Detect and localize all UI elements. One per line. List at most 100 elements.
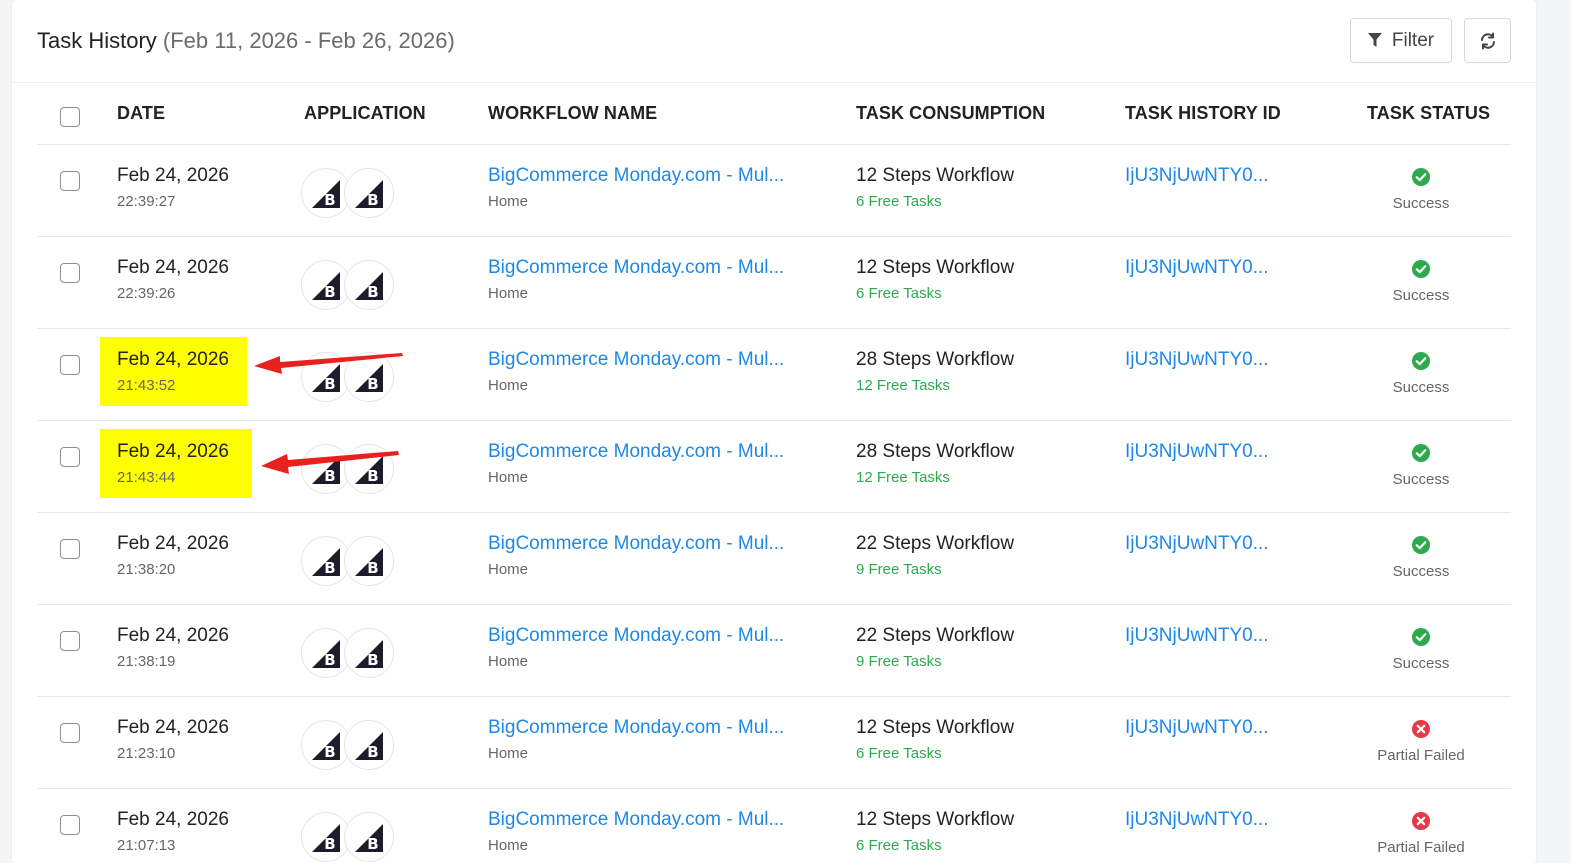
workflow-name-link[interactable]: BigCommerce Monday.com - Mul... [488, 625, 784, 647]
svg-text:B: B [324, 743, 335, 761]
table-row[interactable]: Feb 24, 2026 21:43:52 B B BigCommerce Monday… [37, 329, 1511, 421]
task-history-id-link[interactable]: IjU3NjUwNTY0... [1125, 257, 1269, 279]
status-text: Success [1392, 471, 1450, 488]
task-time: 21:23:10 [117, 745, 176, 762]
task-history-id-link[interactable]: IjU3NjUwNTY0... [1125, 441, 1269, 463]
column-header-task-consumption[interactable]: TASK CONSUMPTION [856, 103, 1045, 124]
filter-button[interactable]: Filter [1350, 18, 1452, 63]
task-history-header: Task History (Feb 11, 2026 - Feb 26, 202… [12, 0, 1536, 83]
title-text: Task History [37, 28, 157, 53]
row-checkbox[interactable] [60, 539, 80, 559]
task-history-id-link[interactable]: IjU3NjUwNTY0... [1125, 165, 1269, 187]
status-text: Success [1392, 563, 1450, 580]
filter-icon [1367, 33, 1382, 47]
bigcommerce-icon: B [344, 720, 394, 770]
status-text: Partial Failed [1377, 839, 1465, 856]
svg-text:B: B [367, 651, 378, 669]
task-steps: 12 Steps Workflow [856, 165, 1015, 186]
highlight-marker [100, 429, 252, 498]
free-tasks: 9 Free Tasks [856, 653, 942, 670]
page-title: Task History (Feb 11, 2026 - Feb 26, 202… [37, 28, 455, 54]
column-header-workflow-name[interactable]: WORKFLOW NAME [488, 103, 657, 124]
svg-text:B: B [367, 375, 378, 393]
workflow-name-link[interactable]: BigCommerce Monday.com - Mul... [488, 441, 784, 463]
workflow-name-link[interactable]: BigCommerce Monday.com - Mul... [488, 349, 784, 371]
task-time: 22:39:26 [117, 285, 176, 302]
row-checkbox[interactable] [60, 631, 80, 651]
task-steps: 12 Steps Workflow [856, 809, 1015, 830]
svg-text:B: B [324, 467, 335, 485]
table-row[interactable]: Feb 24, 2026 21:38:19 B B BigCommerce Monday… [37, 605, 1511, 697]
table-row[interactable]: Feb 24, 2026 21:23:10 B B BigCommerce Monday… [37, 697, 1511, 789]
table-row[interactable]: Feb 24, 2026 22:39:26 B B BigCommerce Monday… [37, 237, 1511, 329]
table-header: DATE APPLICATION WORKFLOW NAME TASK CONS… [37, 83, 1511, 145]
workflow-name-link[interactable]: BigCommerce Monday.com - Mul... [488, 809, 784, 831]
bigcommerce-icon: B [344, 812, 394, 862]
row-checkbox[interactable] [60, 447, 80, 467]
task-date: Feb 24, 2026 [117, 349, 229, 370]
task-steps: 12 Steps Workflow [856, 257, 1015, 278]
task-history-id-link[interactable]: IjU3NjUwNTY0... [1125, 717, 1269, 739]
table-row[interactable]: Feb 24, 2026 21:07:13 B B BigCommerce Monday… [37, 789, 1511, 863]
bigcommerce-icon: B [344, 536, 394, 586]
task-time: 21:38:19 [117, 653, 176, 670]
refresh-button[interactable] [1464, 18, 1511, 63]
table-row[interactable]: Feb 24, 2026 21:38:20 B B BigCommerce Monday… [37, 513, 1511, 605]
bigcommerce-icon: B [344, 352, 394, 402]
svg-text:B: B [367, 283, 378, 301]
success-check-icon [1412, 536, 1430, 554]
task-time: 21:43:44 [117, 469, 176, 486]
task-date: Feb 24, 2026 [117, 441, 229, 462]
failed-icon [1412, 720, 1430, 738]
workflow-name-link[interactable]: BigCommerce Monday.com - Mul... [488, 257, 784, 279]
row-checkbox[interactable] [60, 263, 80, 283]
column-header-task-history-id[interactable]: TASK HISTORY ID [1125, 103, 1281, 124]
bigcommerce-icon: B [344, 444, 394, 494]
workflow-name-link[interactable]: BigCommerce Monday.com - Mul... [488, 533, 784, 555]
task-date: Feb 24, 2026 [117, 257, 229, 278]
task-history-id-link[interactable]: IjU3NjUwNTY0... [1125, 809, 1269, 831]
success-check-icon [1412, 352, 1430, 370]
free-tasks: 6 Free Tasks [856, 745, 942, 762]
task-date: Feb 24, 2026 [117, 809, 229, 830]
highlight-marker [100, 337, 247, 406]
svg-text:B: B [367, 835, 378, 853]
success-check-icon [1412, 168, 1430, 186]
workflow-folder: Home [488, 561, 529, 578]
row-checkbox[interactable] [60, 355, 80, 375]
column-header-task-status[interactable]: TASK STATUS [1367, 103, 1490, 124]
free-tasks: 6 Free Tasks [856, 285, 942, 302]
svg-text:B: B [324, 835, 335, 853]
bigcommerce-icon: B [344, 628, 394, 678]
success-check-icon [1412, 260, 1430, 278]
svg-text:B: B [367, 467, 378, 485]
free-tasks: 12 Free Tasks [856, 469, 950, 486]
table-row[interactable]: Feb 24, 2026 21:43:44 B B BigCommerce Monday… [37, 421, 1511, 513]
select-all-checkbox[interactable] [60, 107, 80, 127]
workflow-folder: Home [488, 653, 529, 670]
svg-text:B: B [324, 559, 335, 577]
svg-text:B: B [324, 283, 335, 301]
svg-text:B: B [367, 559, 378, 577]
free-tasks: 6 Free Tasks [856, 193, 942, 210]
task-steps: 28 Steps Workflow [856, 349, 1015, 370]
task-time: 21:07:13 [117, 837, 176, 854]
workflow-folder: Home [488, 745, 529, 762]
column-header-date[interactable]: DATE [117, 103, 165, 124]
task-history-id-link[interactable]: IjU3NjUwNTY0... [1125, 625, 1269, 647]
workflow-name-link[interactable]: BigCommerce Monday.com - Mul... [488, 165, 784, 187]
status-text: Success [1392, 287, 1450, 304]
free-tasks: 12 Free Tasks [856, 377, 950, 394]
column-header-application[interactable]: APPLICATION [304, 103, 426, 124]
failed-icon [1412, 812, 1430, 830]
row-checkbox[interactable] [60, 815, 80, 835]
task-time: 22:39:27 [117, 193, 176, 210]
row-checkbox[interactable] [60, 723, 80, 743]
task-steps: 22 Steps Workflow [856, 625, 1015, 646]
workflow-name-link[interactable]: BigCommerce Monday.com - Mul... [488, 717, 784, 739]
row-checkbox[interactable] [60, 171, 80, 191]
task-history-id-link[interactable]: IjU3NjUwNTY0... [1125, 349, 1269, 371]
table-row[interactable]: Feb 24, 2026 22:39:27 B B BigCommerce Monday… [37, 145, 1511, 237]
task-history-id-link[interactable]: IjU3NjUwNTY0... [1125, 533, 1269, 555]
task-date: Feb 24, 2026 [117, 533, 229, 554]
